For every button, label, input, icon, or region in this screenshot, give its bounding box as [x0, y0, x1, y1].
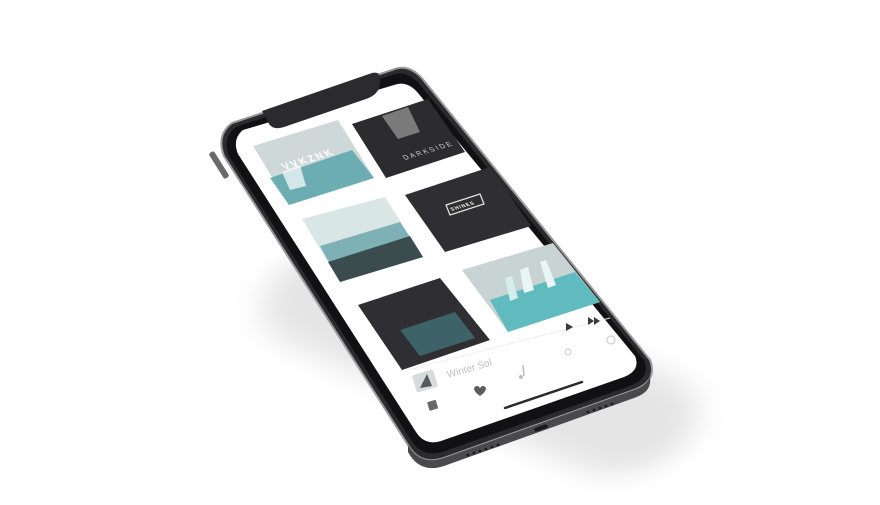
smartphone: VVKZNK DARKSIDE SHINES Winter Sol [209, 66, 653, 469]
photo-stage: VVKZNK DARKSIDE SHINES Winter Sol [0, 0, 880, 505]
